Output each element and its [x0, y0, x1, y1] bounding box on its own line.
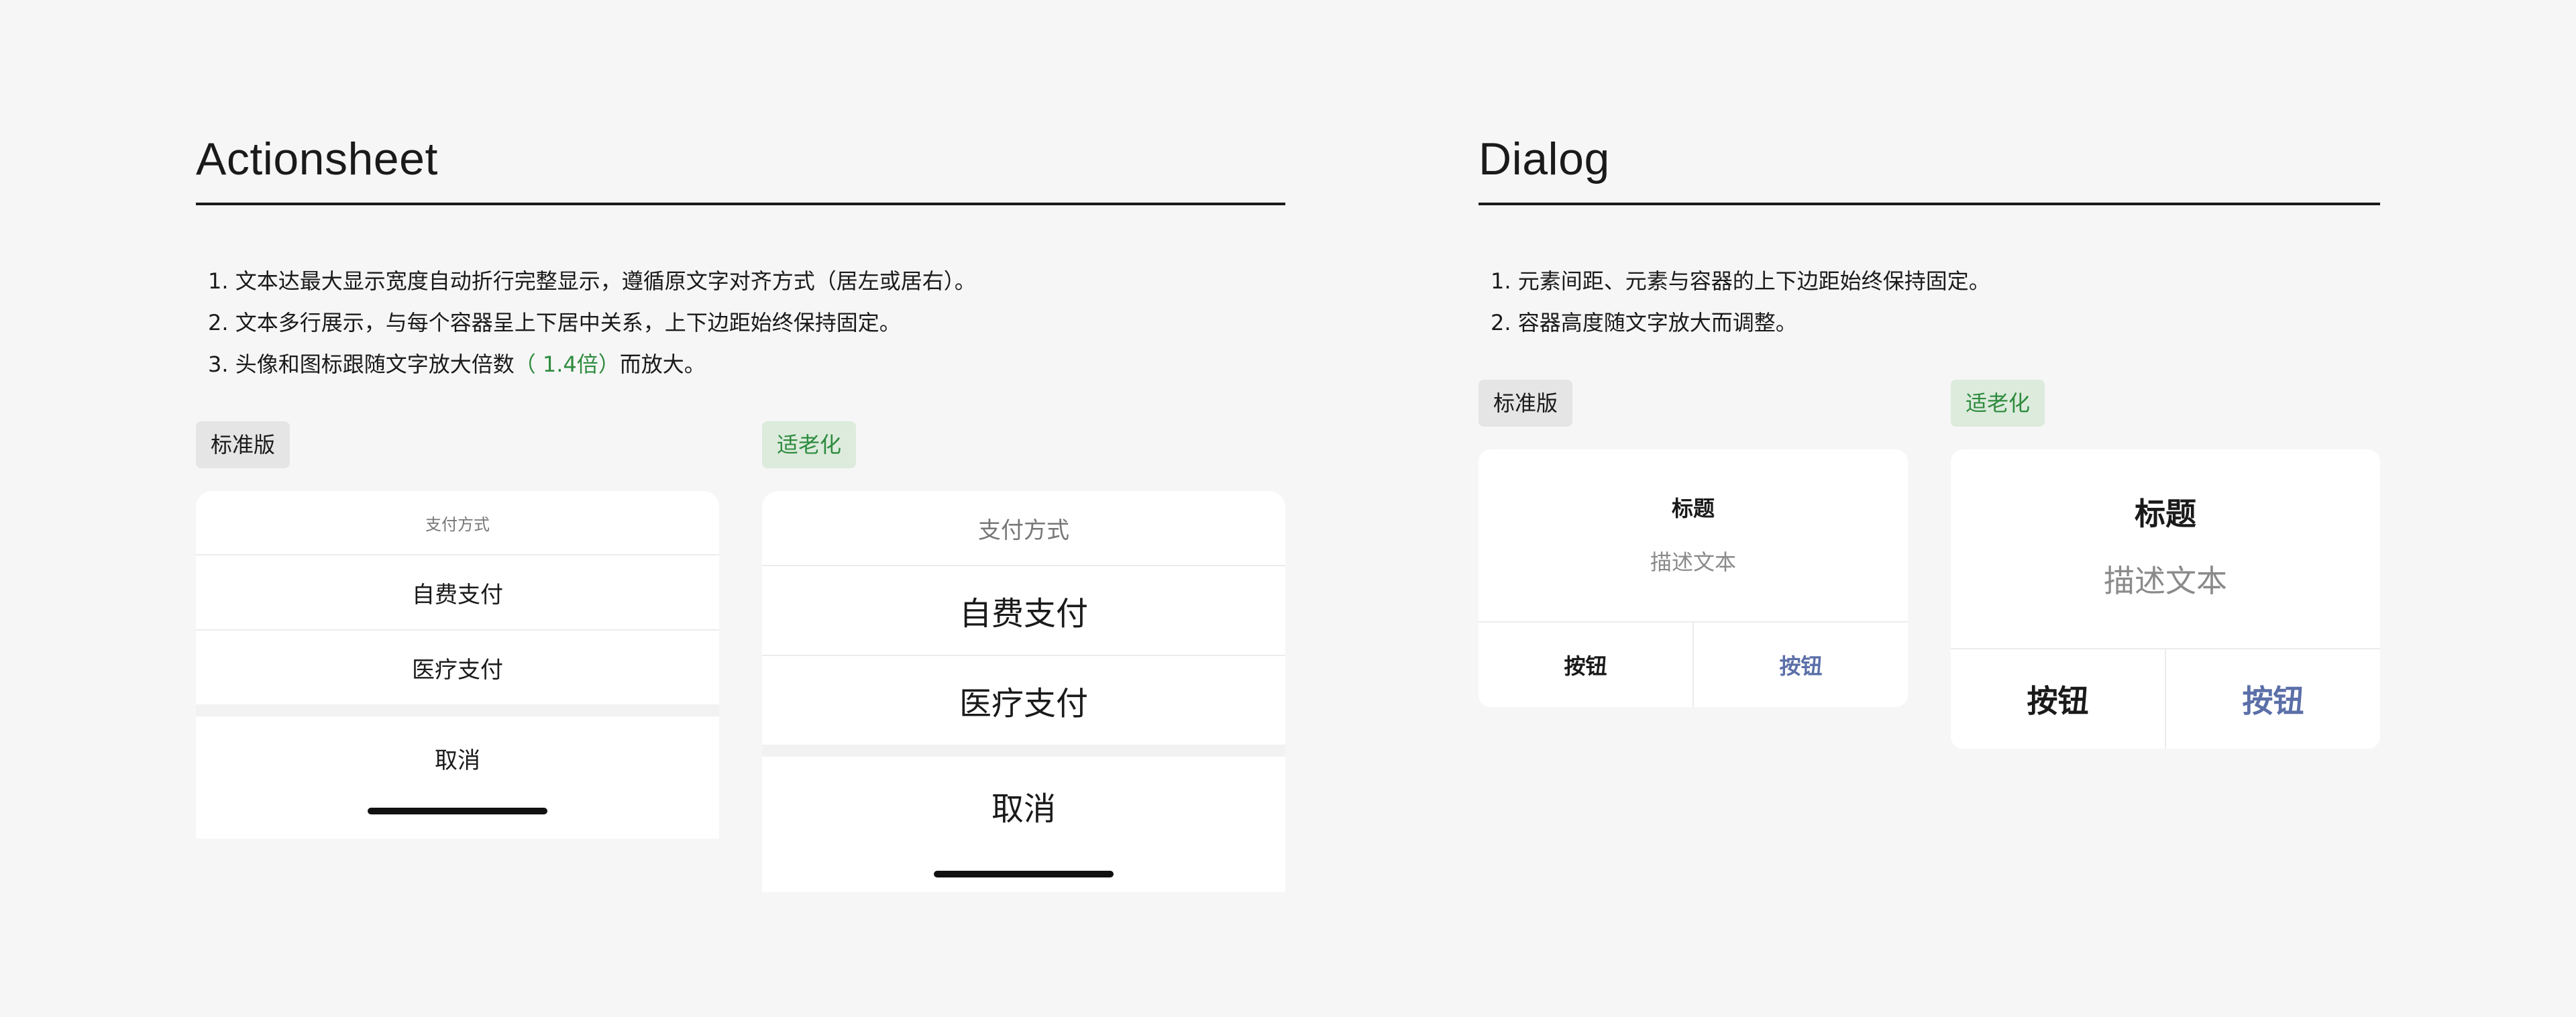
dialog-description: 描述文本	[1650, 549, 1736, 575]
option-medical-pay[interactable]: 医疗支付	[762, 655, 1285, 745]
rule-text: 3. 头像和图标跟随文字放大倍数	[208, 352, 515, 377]
rule-text: 1. 文本达最大显示宽度自动折行完整显示，遵循原文字对齐方式（居左或居右）。	[208, 268, 976, 294]
dialog-body: 标题 描述文本	[1951, 449, 2380, 648]
cancel-button[interactable]: 取消	[762, 757, 1285, 892]
actionsheet-header: 支付方式	[978, 517, 1069, 544]
option-self-pay[interactable]: 自费支付	[196, 554, 719, 629]
rule-item: 3. 头像和图标跟随文字放大倍数（ 1.4倍）而放大。	[208, 343, 976, 385]
actionsheet-options-group: 支付方式 自费支付 医疗支付	[196, 491, 719, 704]
rule-item: 2. 文本多行展示，与每个容器呈上下居中关系，上下边距始终保持固定。	[208, 302, 976, 343]
dialog-secondary-button[interactable]: 按钮	[1951, 649, 2165, 749]
actionsheet-options-group: 支付方式 自费支付 医疗支付	[762, 491, 1285, 745]
option-self-pay[interactable]: 自费支付	[762, 565, 1285, 655]
dialog-description: 描述文本	[2104, 563, 2227, 599]
actionsheet-standard: 支付方式 自费支付 医疗支付 取消	[196, 491, 719, 839]
rule-text: 2. 文本多行展示，与每个容器呈上下居中关系，上下边距始终保持固定。	[208, 310, 901, 335]
cancel-button[interactable]: 取消	[196, 716, 719, 839]
actionsheet-elderly: 支付方式 自费支付 医疗支付 取消	[762, 491, 1285, 892]
dialog-heading: 标题	[2135, 496, 2196, 532]
actionsheet-title-rule	[196, 203, 1285, 205]
actionsheet-rules: 1. 文本达最大显示宽度自动折行完整显示，遵循原文字对齐方式（居左或居右）。 2…	[208, 260, 976, 385]
dialog-body: 标题 描述文本	[1479, 449, 1908, 621]
actionsheet-gap	[762, 745, 1285, 757]
tag-elderly: 适老化	[762, 421, 857, 468]
dialog-primary-button[interactable]: 按钮	[2165, 649, 2380, 749]
cancel-label: 取消	[435, 747, 480, 774]
dialog-rules: 1. 元素间距、元素与容器的上下边距始终保持固定。 2. 容器高度随文字放大而调…	[1491, 260, 1990, 343]
home-indicator	[934, 871, 1114, 877]
actionsheet-title: Actionsheet	[196, 133, 438, 184]
dialog-title-rule	[1479, 203, 2380, 205]
dialog-elderly: 标题 描述文本 按钮 按钮	[1951, 449, 2380, 749]
tag-elderly: 适老化	[1951, 380, 2045, 427]
rule-highlight: （ 1.4倍）	[514, 352, 620, 377]
tag-standard: 标准版	[196, 421, 290, 468]
dialog-standard: 标题 描述文本 按钮 按钮	[1479, 449, 1908, 707]
actionsheet-header: 支付方式	[425, 515, 490, 534]
home-indicator	[368, 808, 547, 814]
dialog-heading: 标题	[1671, 496, 1715, 521]
rule-item: 1. 元素间距、元素与容器的上下边距始终保持固定。	[1491, 268, 1990, 294]
dialog-actions: 按钮 按钮	[1951, 648, 2380, 749]
rule-item: 1. 文本达最大显示宽度自动折行完整显示，遵循原文字对齐方式（居左或居右）。	[208, 260, 976, 302]
option-medical-pay[interactable]: 医疗支付	[196, 629, 719, 704]
dialog-title: Dialog	[1479, 133, 1610, 184]
rule-item: 2. 容器高度随文字放大而调整。	[1491, 310, 1797, 335]
dialog-primary-button[interactable]: 按钮	[1693, 623, 1908, 707]
actionsheet-gap	[196, 704, 719, 716]
dialog-secondary-button[interactable]: 按钮	[1479, 623, 1693, 707]
dialog-actions: 按钮 按钮	[1479, 621, 1908, 707]
rule-text: 而放大。	[619, 352, 706, 377]
tag-standard: 标准版	[1479, 380, 1573, 427]
